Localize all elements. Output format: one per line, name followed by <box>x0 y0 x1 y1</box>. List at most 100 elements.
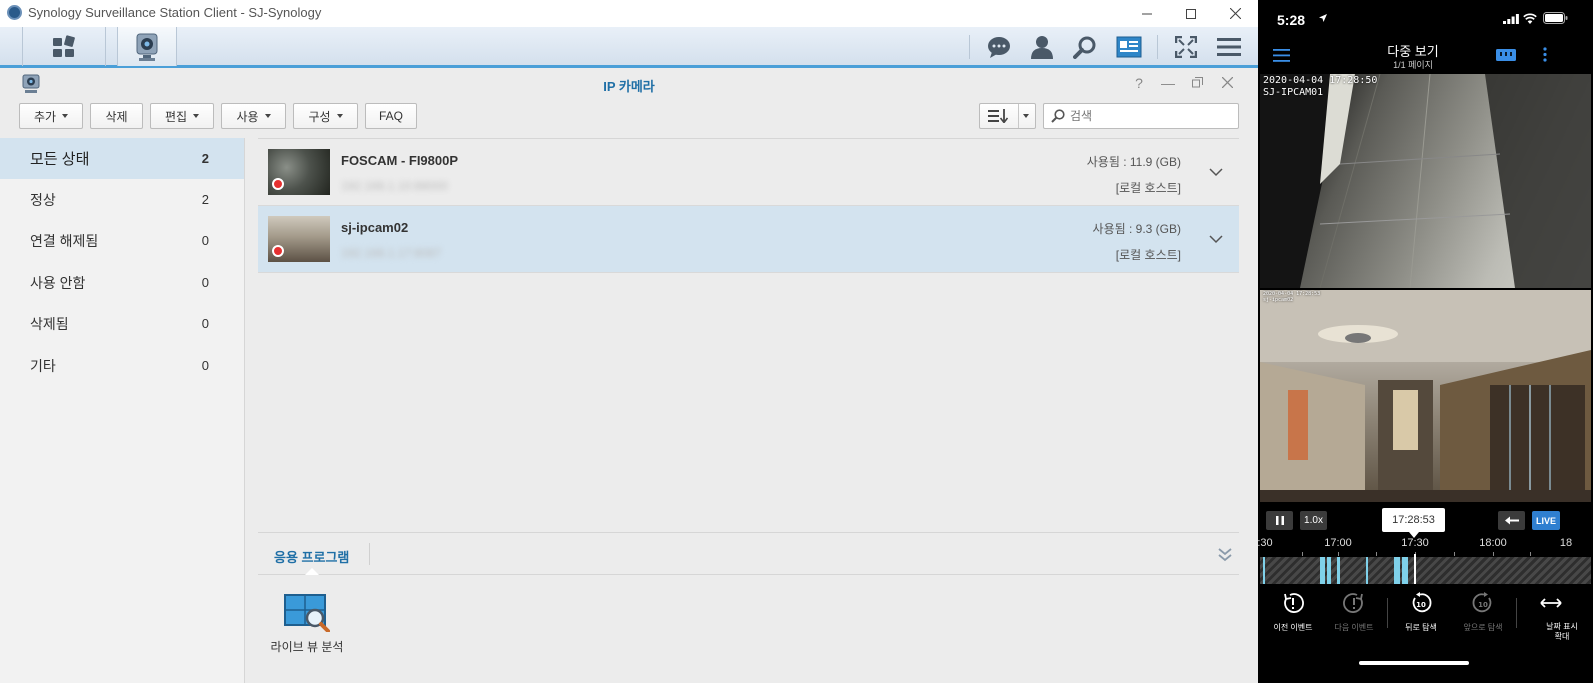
zoom-date-button[interactable]: 날짜 표시 확대 <box>1520 592 1582 642</box>
filter-deleted[interactable]: 삭제됨 0 <box>0 303 244 344</box>
action-label: 앞으로 탐색 <box>1463 623 1503 632</box>
camera-row[interactable]: sj-ipcam02 192.168.1.17:8087 사용됨 : 9.3 (… <box>258 206 1239 273</box>
seek-back-button[interactable]: 10 뒤로 탐색 <box>1390 592 1452 633</box>
camera-host: [로컬 호스트] <box>1115 248 1181 262</box>
edit-button[interactable]: 편집 <box>150 103 214 129</box>
help-button[interactable]: ? <box>1130 75 1148 91</box>
widget-button[interactable] <box>1112 32 1146 62</box>
ip-camera-tab[interactable] <box>117 27 177 66</box>
panel-minimize-button[interactable]: — <box>1159 75 1177 91</box>
main-toolbar <box>0 27 1258 68</box>
feed-1-osd: 2020-04-04 17:28:50 SJ-IPCAM01 <box>1263 75 1377 99</box>
search-icon <box>1073 36 1096 59</box>
live-view-analytics-app[interactable]: 라이브 뷰 분석 <box>265 592 349 660</box>
help-icon: ? <box>1135 75 1143 91</box>
minimize-button[interactable] <box>1124 0 1170 27</box>
camera-address: 192.168.1.10:88000 <box>341 179 448 193</box>
filter-label: 기타 <box>30 357 56 374</box>
expand-chevron-icon[interactable] <box>1209 165 1223 179</box>
filter-disabled[interactable]: 사용 안함 0 <box>0 262 244 303</box>
ip-camera-icon <box>136 33 158 61</box>
jump-to-live-button[interactable] <box>1498 511 1525 530</box>
current-time: 17:28:53 <box>1392 514 1435 526</box>
add-button[interactable]: 추가 <box>19 103 83 129</box>
faq-button[interactable]: FAQ <box>365 103 417 129</box>
main-menu-tab[interactable] <box>22 27 106 66</box>
search-toolbar-button[interactable] <box>1068 32 1102 62</box>
recording-timeline[interactable] <box>1260 554 1591 584</box>
panel-restore-button[interactable] <box>1188 75 1206 91</box>
hamburger-icon <box>1217 38 1241 56</box>
next-event-icon <box>1343 593 1363 613</box>
fullscreen-button[interactable] <box>1169 32 1203 62</box>
panel-title: IP 카메라 <box>603 79 655 94</box>
caret-down-icon <box>264 114 271 118</box>
action-toolbar: 추가 삭제 편집 사용 구성 FAQ <box>0 100 1258 134</box>
use-button[interactable]: 사용 <box>221 103 286 129</box>
timeline-tick-label: 18:00 <box>1479 537 1507 549</box>
pause-button[interactable] <box>1266 511 1293 530</box>
timeline-cursor[interactable] <box>1414 554 1416 584</box>
use-label: 사용 <box>236 109 259 124</box>
home-indicator <box>1359 661 1469 665</box>
seek-forward-button[interactable]: 10 앞으로 탐색 <box>1452 592 1514 633</box>
playback-speed-button[interactable]: 1.0x <box>1300 511 1327 530</box>
filter-count: 2 <box>201 192 209 207</box>
more-vertical-icon[interactable] <box>1543 47 1547 62</box>
camera-feed-2[interactable]: 2020-04-04 17:28:53 sj-ipcam02 <box>1260 290 1591 502</box>
config-button[interactable]: 구성 <box>293 103 358 129</box>
app-logo-icon <box>7 5 22 20</box>
layout-grid-icon[interactable] <box>1496 49 1516 61</box>
close-icon <box>1221 76 1233 89</box>
collapse-double-chevron-icon[interactable] <box>1217 547 1233 563</box>
window-title: Synology Surveillance Station Client - S… <box>28 5 322 20</box>
next-event-button[interactable]: 다음 이벤트 <box>1323 592 1385 633</box>
filter-disconnected[interactable]: 연결 해제됨 0 <box>0 220 244 261</box>
panel-close-button[interactable] <box>1218 75 1236 91</box>
camera-feed-1[interactable]: 2020-04-04 17:28:50 SJ-IPCAM01 <box>1260 74 1591 288</box>
return-arrow-icon <box>1504 516 1519 525</box>
close-icon <box>1229 8 1241 19</box>
feed-2-scene <box>1260 290 1591 502</box>
camera-storage-used: 사용됨 : 9.3 (GB) <box>1092 222 1181 236</box>
feed-osd-camera-name: sj-ipcam02 <box>1263 297 1294 303</box>
close-window-button[interactable] <box>1212 0 1258 27</box>
caret-down-icon <box>193 114 200 118</box>
wifi-icon <box>1523 13 1537 24</box>
filter-count: 0 <box>201 316 209 331</box>
main-menu-icon <box>53 34 75 57</box>
notifications-button[interactable] <box>982 32 1016 62</box>
phone-page-subtitle: 1/1 페이지 <box>1393 60 1433 70</box>
fullscreen-icon <box>1175 36 1197 58</box>
filter-all-status[interactable]: 모든 상태 2 <box>0 138 244 179</box>
search-box[interactable] <box>1043 103 1239 129</box>
cellular-signal-icon <box>1503 14 1519 24</box>
search-input[interactable] <box>1070 107 1230 125</box>
maximize-button[interactable] <box>1168 0 1214 27</box>
playback-speed: 1.0x <box>1304 515 1323 526</box>
previous-event-button[interactable]: 이전 이벤트 <box>1262 592 1324 633</box>
pause-icon <box>1275 516 1284 525</box>
live-button[interactable]: LIVE <box>1532 511 1560 530</box>
timeline-tick-label: 18 <box>1559 537 1573 549</box>
expand-chevron-icon[interactable] <box>1209 232 1223 246</box>
surveillance-station-window: Synology Surveillance Station Client - S… <box>0 0 1258 683</box>
user-button[interactable] <box>1025 32 1059 62</box>
current-time-display: 17:28:53 <box>1382 508 1445 538</box>
filter-other[interactable]: 기타 0 <box>0 345 244 386</box>
svg-text:10: 10 <box>1416 601 1426 609</box>
location-arrow-icon <box>1319 14 1327 22</box>
live-view-analytics-icon <box>284 594 330 632</box>
filter-normal[interactable]: 정상 2 <box>0 179 244 220</box>
camera-list: FOSCAM - FI9800P 192.168.1.10:88000 사용됨 … <box>258 138 1239 532</box>
filter-label: 삭제됨 <box>30 315 69 332</box>
action-label: 날짜 표시 확대 <box>1546 622 1578 641</box>
user-icon <box>1031 36 1053 59</box>
filter-label: 사용 안함 <box>30 274 86 291</box>
camera-row[interactable]: FOSCAM - FI9800P 192.168.1.10:88000 사용됨 … <box>258 139 1239 206</box>
camera-thumbnail <box>268 216 330 262</box>
sort-button[interactable] <box>979 103 1036 129</box>
main-menu-button[interactable] <box>1212 32 1246 62</box>
delete-button[interactable]: 삭제 <box>90 103 143 129</box>
tab-applications[interactable]: 응용 프로그램 <box>274 547 349 566</box>
